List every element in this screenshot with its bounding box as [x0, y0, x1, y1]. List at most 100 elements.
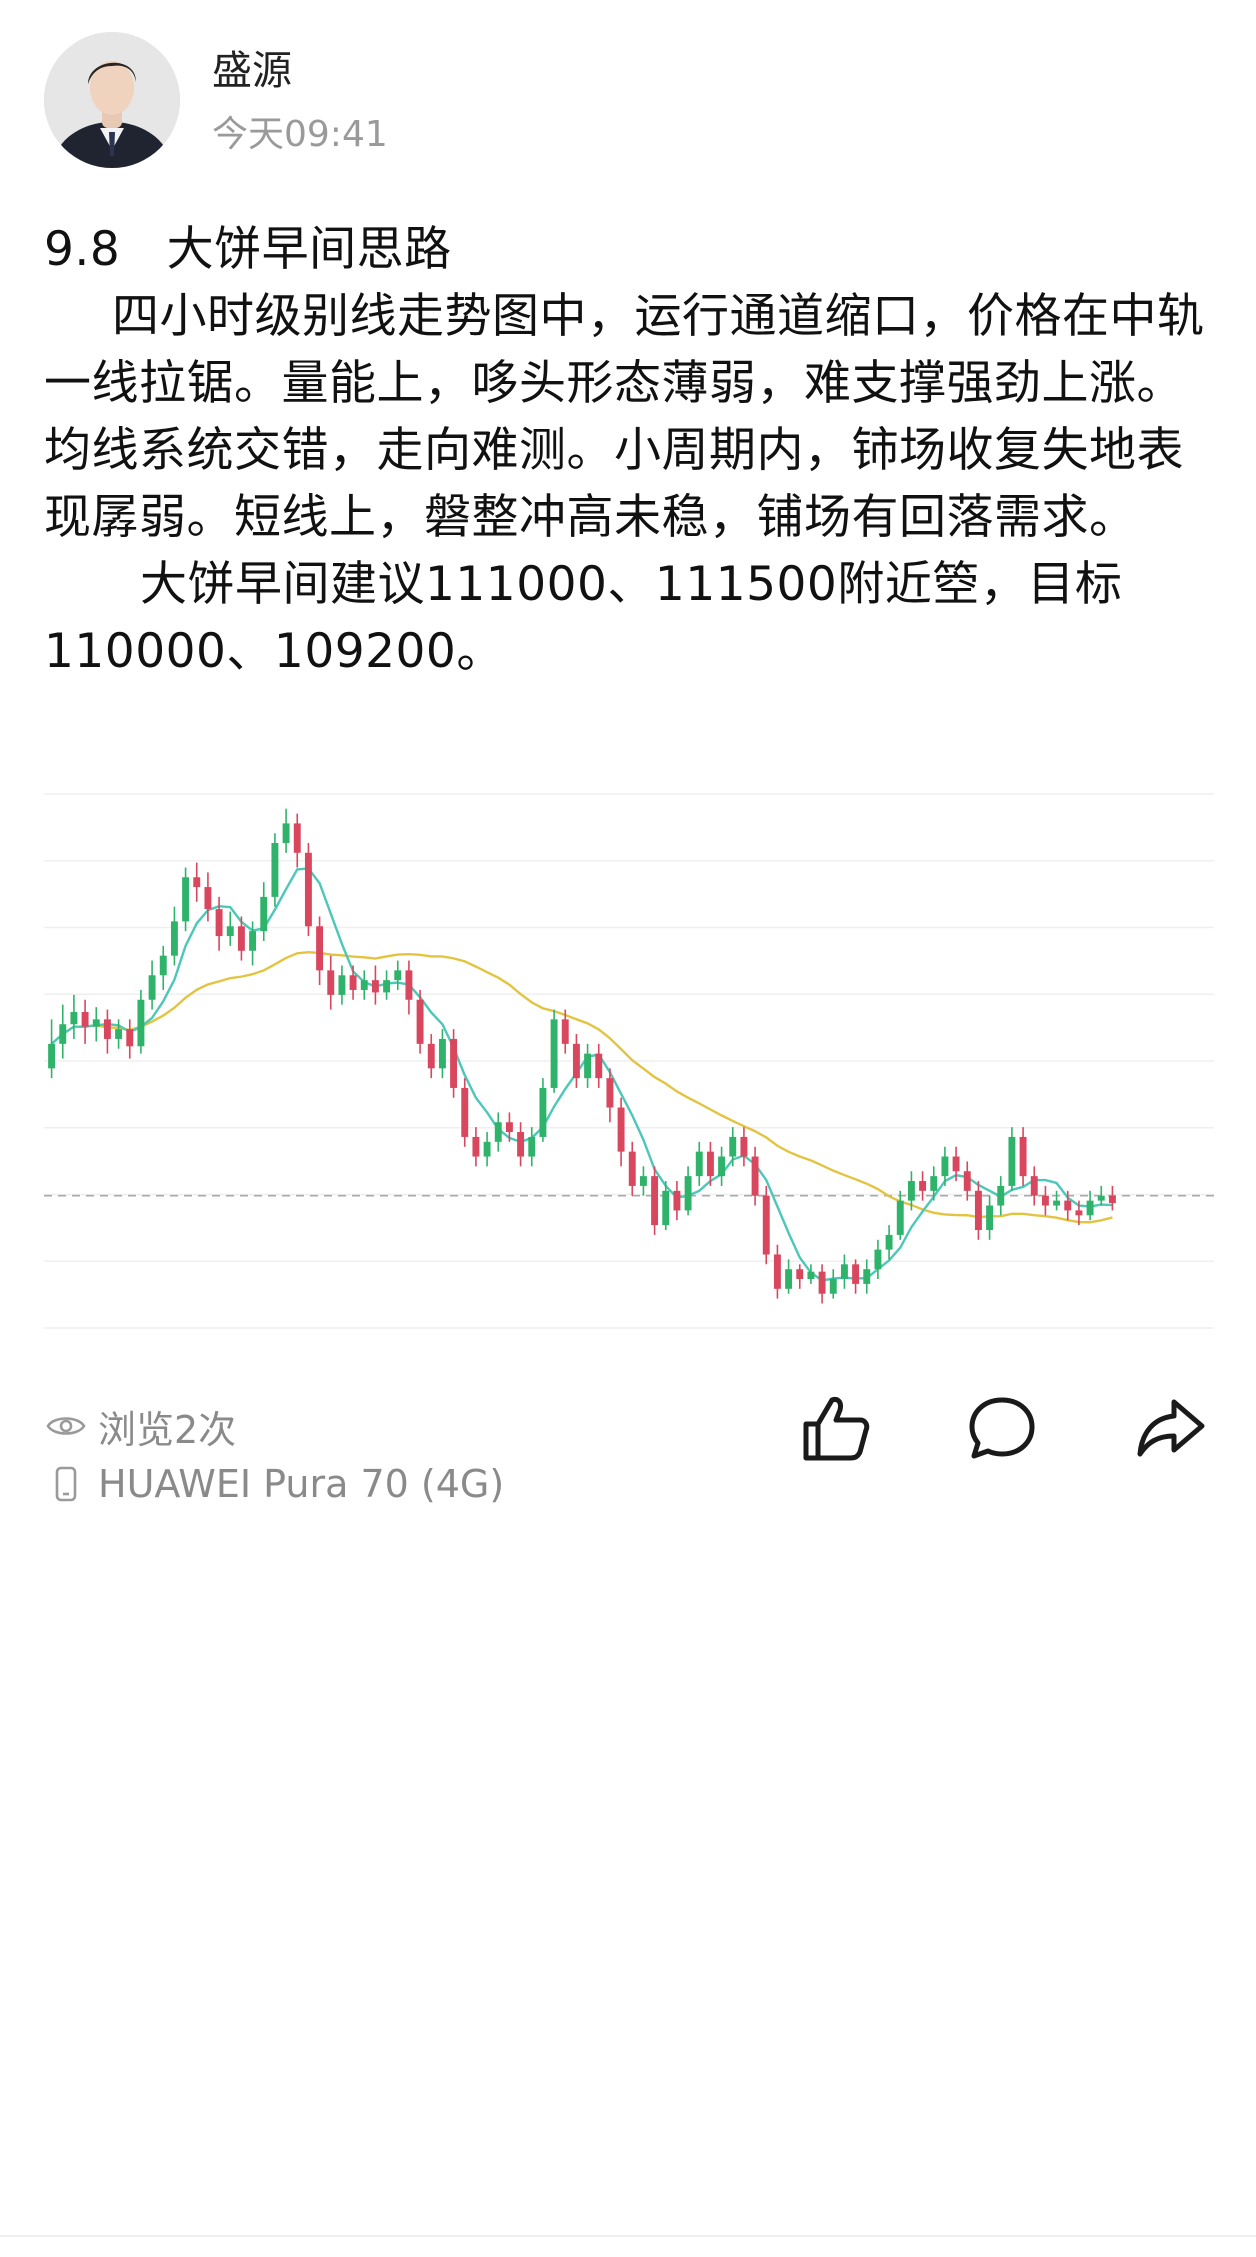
- candle-body: [1086, 1200, 1094, 1216]
- candle-body: [807, 1271, 815, 1280]
- avatar-image: [44, 32, 180, 168]
- candle-body: [1041, 1195, 1049, 1206]
- candle-body: [304, 852, 312, 927]
- candle-up: [360, 970, 368, 1000]
- candle-down: [974, 1181, 982, 1240]
- candle-body: [952, 1156, 960, 1172]
- candle-body: [204, 887, 212, 910]
- candle-body: [92, 1019, 100, 1027]
- candle-body: [126, 1029, 134, 1047]
- candle-up: [684, 1166, 692, 1216]
- candle-body: [662, 1190, 670, 1226]
- ma-long-line: [50, 950, 1113, 1224]
- candle-down: [1030, 1166, 1038, 1206]
- candle-up: [170, 906, 178, 966]
- candle-up: [137, 989, 145, 1054]
- candle-down: [1019, 1127, 1027, 1186]
- candle-up: [282, 808, 290, 853]
- candle-body: [852, 1264, 860, 1284]
- candle-down: [327, 955, 335, 1010]
- candle-body: [517, 1132, 525, 1157]
- candle-down: [316, 916, 324, 986]
- candle-body: [729, 1136, 737, 1157]
- candle-up: [338, 965, 346, 1005]
- candle-body: [327, 970, 335, 995]
- candle-down: [773, 1244, 781, 1299]
- candle-up: [383, 970, 391, 1000]
- candle-up: [260, 882, 268, 941]
- candle-body: [427, 1043, 435, 1069]
- candle-body: [874, 1249, 882, 1270]
- candle-body: [70, 1012, 78, 1025]
- candle-body: [706, 1151, 714, 1177]
- candle-body: [941, 1156, 949, 1177]
- candle-up: [148, 960, 156, 1010]
- candle-body: [572, 1043, 580, 1079]
- candle-up: [584, 1043, 592, 1088]
- candle-down: [751, 1146, 759, 1206]
- candle-body: [360, 980, 368, 990]
- candle-body: [528, 1136, 536, 1157]
- candle-body: [718, 1156, 726, 1177]
- candle-body: [472, 1136, 480, 1157]
- candle-body: [751, 1156, 759, 1196]
- candle-body: [115, 1029, 123, 1039]
- candlestick-chart-image[interactable]: [44, 788, 1214, 1348]
- candle-body: [383, 980, 391, 993]
- candle-down: [818, 1264, 826, 1304]
- post-body: 9.8 大饼早间思路 四小时级别线走势图中，运行通道缩口，价格在中轨一线拉锯。量…: [44, 216, 1214, 685]
- avatar[interactable]: [44, 32, 180, 168]
- candle-body: [907, 1181, 915, 1201]
- candle-down: [81, 999, 89, 1044]
- candle-up: [271, 833, 279, 907]
- candle-body: [103, 1019, 111, 1039]
- candle-body: [829, 1279, 837, 1294]
- candle-down: [461, 1078, 469, 1147]
- candle-down: [628, 1141, 636, 1196]
- candle-body: [818, 1271, 826, 1294]
- thumbs-up-icon: [803, 1397, 870, 1461]
- candle-body: [584, 1053, 592, 1079]
- candle-body: [963, 1171, 971, 1191]
- bottom-divider: [0, 2235, 1256, 2237]
- candle-body: [796, 1269, 804, 1280]
- like-button[interactable]: [796, 1388, 876, 1468]
- candle-down: [293, 813, 301, 868]
- candle-body: [785, 1269, 793, 1289]
- candle-body: [371, 980, 379, 993]
- candle-body: [885, 1234, 893, 1250]
- candle-body: [930, 1176, 938, 1191]
- candle-up: [528, 1127, 536, 1167]
- candle-up: [59, 1004, 67, 1059]
- post-actions: [0, 1388, 1256, 1468]
- share-button[interactable]: [1130, 1388, 1210, 1468]
- post-paragraph: 四小时级别线走势图中，运行通道缩口，价格在中轨一线拉锯。量能上，哆头形态薄弱，难…: [44, 289, 1205, 545]
- candle-body: [773, 1254, 781, 1289]
- comment-button[interactable]: [962, 1388, 1042, 1468]
- candle-body: [673, 1190, 681, 1211]
- post-time: 今天09:41: [212, 114, 388, 155]
- candle-body: [316, 926, 324, 971]
- candle-up: [115, 1019, 123, 1049]
- candle-body: [1097, 1195, 1105, 1201]
- candle-body: [483, 1141, 491, 1157]
- candle-down: [371, 965, 379, 1005]
- author-name[interactable]: 盛源: [212, 47, 388, 95]
- candle-body: [170, 921, 178, 956]
- candle-body: [450, 1038, 458, 1088]
- candle-down: [472, 1127, 480, 1167]
- candle-up: [840, 1254, 848, 1289]
- candle-body: [896, 1200, 904, 1235]
- candle-body: [550, 1019, 558, 1088]
- candle-body: [282, 823, 290, 843]
- candle-body: [349, 975, 357, 990]
- candle-up: [718, 1146, 726, 1186]
- candle-down: [1108, 1185, 1116, 1211]
- candle-up: [639, 1166, 647, 1196]
- candle-down: [103, 1009, 111, 1054]
- candle-body: [226, 926, 234, 937]
- phone-icon: [44, 1462, 88, 1506]
- candle-up: [394, 960, 402, 990]
- candle-down: [405, 960, 413, 1015]
- candle-up: [48, 1019, 56, 1079]
